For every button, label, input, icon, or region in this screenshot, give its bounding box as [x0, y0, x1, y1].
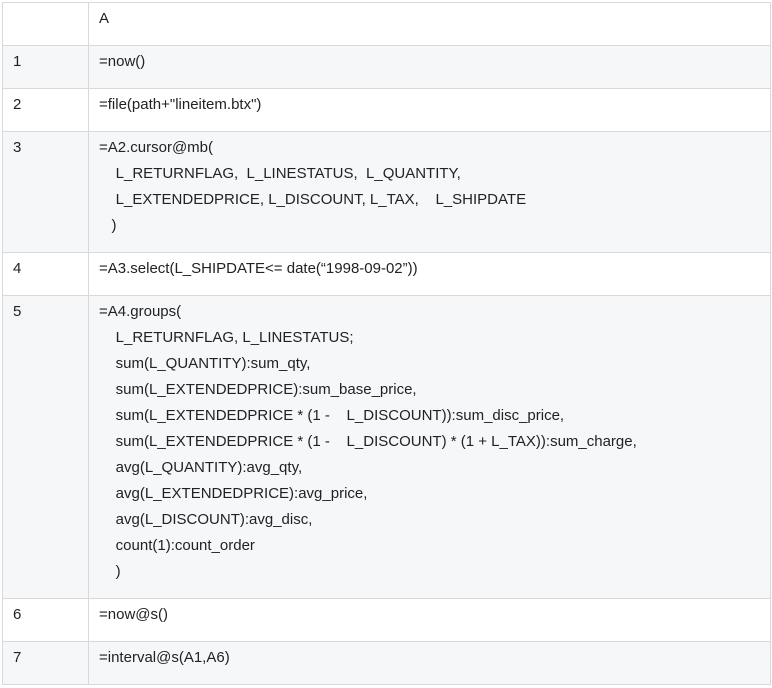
row-number-cell[interactable]: 5	[2, 295, 89, 599]
row-number: 5	[13, 303, 22, 320]
cell-a7[interactable]: =interval@s(A1,A6)	[88, 641, 771, 685]
row-number-cell[interactable]: 4	[2, 252, 89, 296]
code-line: avg(L_DISCOUNT):avg_disc,	[99, 511, 313, 528]
code-line: L_RETURNFLAG, L_LINESTATUS, L_QUANTITY,	[99, 165, 461, 182]
code-line: =A4.groups(	[99, 303, 182, 320]
table-row: 5 =A4.groups( L_RETURNFLAG, L_LINESTATUS…	[2, 295, 771, 599]
row-number-cell[interactable]: 2	[2, 88, 89, 132]
table-row: 1 =now()	[2, 45, 771, 89]
code-line: count(1):count_order	[99, 537, 255, 554]
row-number: 2	[13, 96, 22, 113]
code-grid: A 1 =now() 2 =file(path+"lineitem.btx") …	[2, 2, 771, 685]
row-number-cell[interactable]: 3	[2, 131, 89, 253]
table-row: 6 =now@s()	[2, 598, 771, 642]
row-number: 6	[13, 606, 22, 623]
code-line: sum(L_EXTENDEDPRICE * (1 - L_DISCOUNT)):…	[99, 407, 565, 424]
code-line: L_EXTENDEDPRICE, L_DISCOUNT, L_TAX, L_SH…	[99, 191, 527, 208]
code-line: sum(L_QUANTITY):sum_qty,	[99, 355, 311, 372]
table-row: 4 =A3.select(L_SHIPDATE<= date(“1998-09-…	[2, 252, 771, 296]
code-line: =interval@s(A1,A6)	[99, 649, 230, 666]
code-line: avg(L_EXTENDEDPRICE):avg_price,	[99, 485, 368, 502]
table-row: 2 =file(path+"lineitem.btx")	[2, 88, 771, 132]
column-header-a[interactable]: A	[88, 2, 771, 46]
code-line: L_RETURNFLAG, L_LINESTATUS;	[99, 329, 354, 346]
code-line: )	[99, 217, 117, 234]
cell-a5[interactable]: =A4.groups( L_RETURNFLAG, L_LINESTATUS; …	[88, 295, 771, 599]
table-row: 7 =interval@s(A1,A6)	[2, 641, 771, 685]
cell-a2[interactable]: =file(path+"lineitem.btx")	[88, 88, 771, 132]
row-number: 7	[13, 649, 22, 666]
row-number: 4	[13, 260, 22, 277]
code-line: sum(L_EXTENDEDPRICE):sum_base_price,	[99, 381, 417, 398]
code-line: sum(L_EXTENDEDPRICE * (1 - L_DISCOUNT) *…	[99, 433, 637, 450]
row-number: 1	[13, 53, 22, 70]
cell-a1[interactable]: =now()	[88, 45, 771, 89]
row-number-cell[interactable]: 6	[2, 598, 89, 642]
header-row: A	[2, 2, 771, 46]
table-row: 3 =A2.cursor@mb( L_RETURNFLAG, L_LINESTA…	[2, 131, 771, 253]
cell-a4[interactable]: =A3.select(L_SHIPDATE<= date(“1998-09-02…	[88, 252, 771, 296]
cell-a3[interactable]: =A2.cursor@mb( L_RETURNFLAG, L_LINESTATU…	[88, 131, 771, 253]
code-line: avg(L_QUANTITY):avg_qty,	[99, 459, 303, 476]
code-line: =now()	[99, 53, 146, 70]
row-number-cell[interactable]: 7	[2, 641, 89, 685]
corner-cell[interactable]	[2, 2, 89, 46]
code-line: =now@s()	[99, 606, 168, 623]
cell-a6[interactable]: =now@s()	[88, 598, 771, 642]
code-line: )	[99, 563, 121, 580]
code-line: =A2.cursor@mb(	[99, 139, 214, 156]
row-number-cell[interactable]: 1	[2, 45, 89, 89]
code-line: =A3.select(L_SHIPDATE<= date(“1998-09-02…	[99, 260, 418, 277]
code-line: =file(path+"lineitem.btx")	[99, 96, 262, 113]
column-header-label: A	[99, 10, 110, 27]
row-number: 3	[13, 139, 22, 156]
